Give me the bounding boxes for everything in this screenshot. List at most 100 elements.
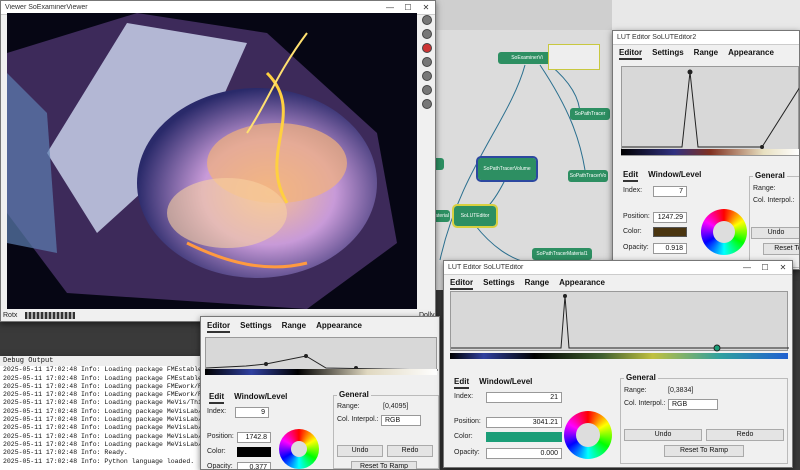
index-field[interactable]: 21 [486, 392, 562, 403]
reset-button[interactable]: Reset To Ramp [664, 445, 744, 457]
interp-label: Col. Interpol.: [337, 416, 379, 423]
index-label: Index: [207, 408, 227, 415]
tab-range[interactable]: Range [282, 321, 306, 333]
position-label: Position: [207, 433, 234, 440]
log-line: 2025-05-11 17:02:48 Info: Loading packag… [3, 399, 200, 407]
close-icon[interactable]: ✕ [417, 3, 435, 12]
network-node[interactable]: SoPathTracerMaterial1 [532, 248, 592, 260]
close-icon[interactable]: ✕ [774, 263, 792, 272]
lut-curve [622, 69, 799, 149]
network-node[interactable]: SoPathTracerVolume [476, 156, 538, 182]
lut-titlebar: LUT Editor SoLUTEditor — ☐ ✕ [444, 261, 792, 275]
set-home-icon[interactable] [422, 57, 432, 67]
position-field[interactable]: 1742.8 [237, 432, 271, 443]
lut-color-bar [450, 353, 788, 359]
reset-button[interactable]: Reset To Ramp [351, 461, 417, 469]
rotx-wheel[interactable] [25, 312, 75, 319]
range-value: [0,4095] [383, 403, 409, 410]
lut-editor2-window: LUT Editor SoLUTEditor2 Editor Settings … [612, 30, 800, 270]
opacity-label: Opacity: [454, 449, 480, 456]
network-editor[interactable]: SoExaminerVi SoPathTracerVolume SoLUTEdi… [430, 30, 620, 290]
rotx-label: Rotx [3, 312, 18, 319]
tab-editor[interactable]: Editor [207, 321, 231, 333]
general-title: General [624, 373, 658, 382]
interp-select[interactable]: RGB [668, 399, 718, 410]
seek-icon[interactable] [422, 29, 432, 39]
position-label: Position: [454, 418, 481, 425]
tab-editor[interactable]: Editor [450, 278, 474, 290]
lut-curve-canvas[interactable] [621, 66, 799, 156]
range-label: Range: [753, 185, 776, 192]
maximize-icon[interactable]: ☐ [399, 3, 417, 12]
subtab-edit[interactable]: Edit [454, 377, 470, 389]
log-line: 2025-05-11 17:02:48 Info: Python languag… [3, 457, 195, 465]
lut2-title: LUT Editor SoLUTEditor2 [617, 34, 697, 41]
minimize-icon[interactable]: — [381, 3, 399, 12]
tab-settings[interactable]: Settings [483, 278, 515, 290]
log-line: 2025-05-11 17:02:48 Info: Loading packag… [3, 374, 200, 382]
node-selection-box [548, 44, 600, 70]
projection-icon[interactable] [422, 85, 432, 95]
viewer-window: Viewer SoExaminerViewer — ☐ ✕ Rotx [0, 0, 436, 322]
undo-button[interactable]: Undo [751, 227, 799, 239]
subtab-window-level[interactable]: Window/Level [648, 170, 701, 182]
log-line: 2025-05-11 17:02:48 Info: Loading packag… [3, 382, 200, 390]
log-line: 2025-05-11 17:02:48 Info: Loading packag… [3, 416, 200, 424]
opacity-field[interactable]: 0.000 [486, 448, 562, 459]
log-line: 2025-05-11 17:02:48 Info: Loading packag… [3, 366, 200, 374]
index-field[interactable]: 9 [235, 407, 269, 418]
maximize-icon[interactable]: ☐ [756, 263, 774, 272]
tab-editor[interactable]: Editor [619, 48, 643, 60]
tab-range[interactable]: Range [694, 48, 718, 60]
position-field[interactable]: 1247.29 [653, 212, 687, 223]
tab-settings[interactable]: Settings [652, 48, 684, 60]
color-wheel[interactable] [279, 429, 319, 469]
redo-button[interactable]: Redo [706, 429, 784, 441]
index-field[interactable]: 7 [653, 186, 687, 197]
view-all-icon[interactable] [422, 15, 432, 25]
render-viewport[interactable] [7, 13, 417, 309]
lut-color-bar [205, 369, 437, 375]
tab-settings[interactable]: Settings [240, 321, 272, 333]
undo-button[interactable]: Undo [337, 445, 383, 457]
subtab-edit[interactable]: Edit [209, 392, 225, 404]
redo-button[interactable]: Redo [387, 445, 433, 457]
log-line: 2025-05-11 17:02:48 Info: Loading packag… [3, 440, 200, 448]
general-title: General [337, 390, 371, 399]
position-field[interactable]: 3041.21 [486, 417, 562, 428]
range-value: [0,3834] [668, 387, 694, 394]
volume-rendering [7, 13, 397, 309]
viewer-title: Viewer SoExaminerViewer [5, 4, 88, 11]
subtab-window-level[interactable]: Window/Level [479, 377, 532, 389]
network-node[interactable]: SoPathTracer [570, 108, 610, 120]
reset-button[interactable]: Reset To [763, 243, 799, 255]
color-wheel[interactable] [701, 209, 747, 255]
lut-title: LUT Editor SoLUTEditor [448, 264, 524, 271]
color-swatch[interactable] [237, 447, 271, 457]
tab-range[interactable]: Range [525, 278, 549, 290]
background-panel [432, 0, 612, 30]
home-icon[interactable] [422, 43, 432, 53]
network-node[interactable]: SoPathTracerVo [568, 170, 608, 182]
opacity-field[interactable]: 0.918 [653, 243, 687, 254]
color-label: Color: [623, 228, 642, 235]
color-swatch[interactable] [653, 227, 687, 237]
log-line: 2025-05-11 17:02:48 Info: Ready. [3, 449, 128, 457]
camera-icon[interactable] [422, 71, 432, 81]
shield-icon[interactable] [422, 99, 432, 109]
subtab-edit[interactable]: Edit [623, 170, 639, 182]
interp-select[interactable]: RGB [381, 415, 421, 426]
tab-appearance[interactable]: Appearance [559, 278, 605, 290]
lut-curve-canvas[interactable] [450, 291, 789, 352]
undo-button[interactable]: Undo [624, 429, 702, 441]
tab-appearance[interactable]: Appearance [316, 321, 362, 333]
opacity-field[interactable]: 0.377 [237, 462, 271, 469]
network-node[interactable]: SoLUTEditor [452, 204, 498, 228]
tab-appearance[interactable]: Appearance [728, 48, 774, 60]
lut-color-bar [621, 149, 799, 155]
lut-curve [451, 294, 789, 352]
minimize-icon[interactable]: — [738, 263, 756, 272]
subtab-window-level[interactable]: Window/Level [234, 392, 287, 404]
color-swatch[interactable] [486, 432, 562, 442]
color-wheel[interactable] [564, 411, 612, 459]
